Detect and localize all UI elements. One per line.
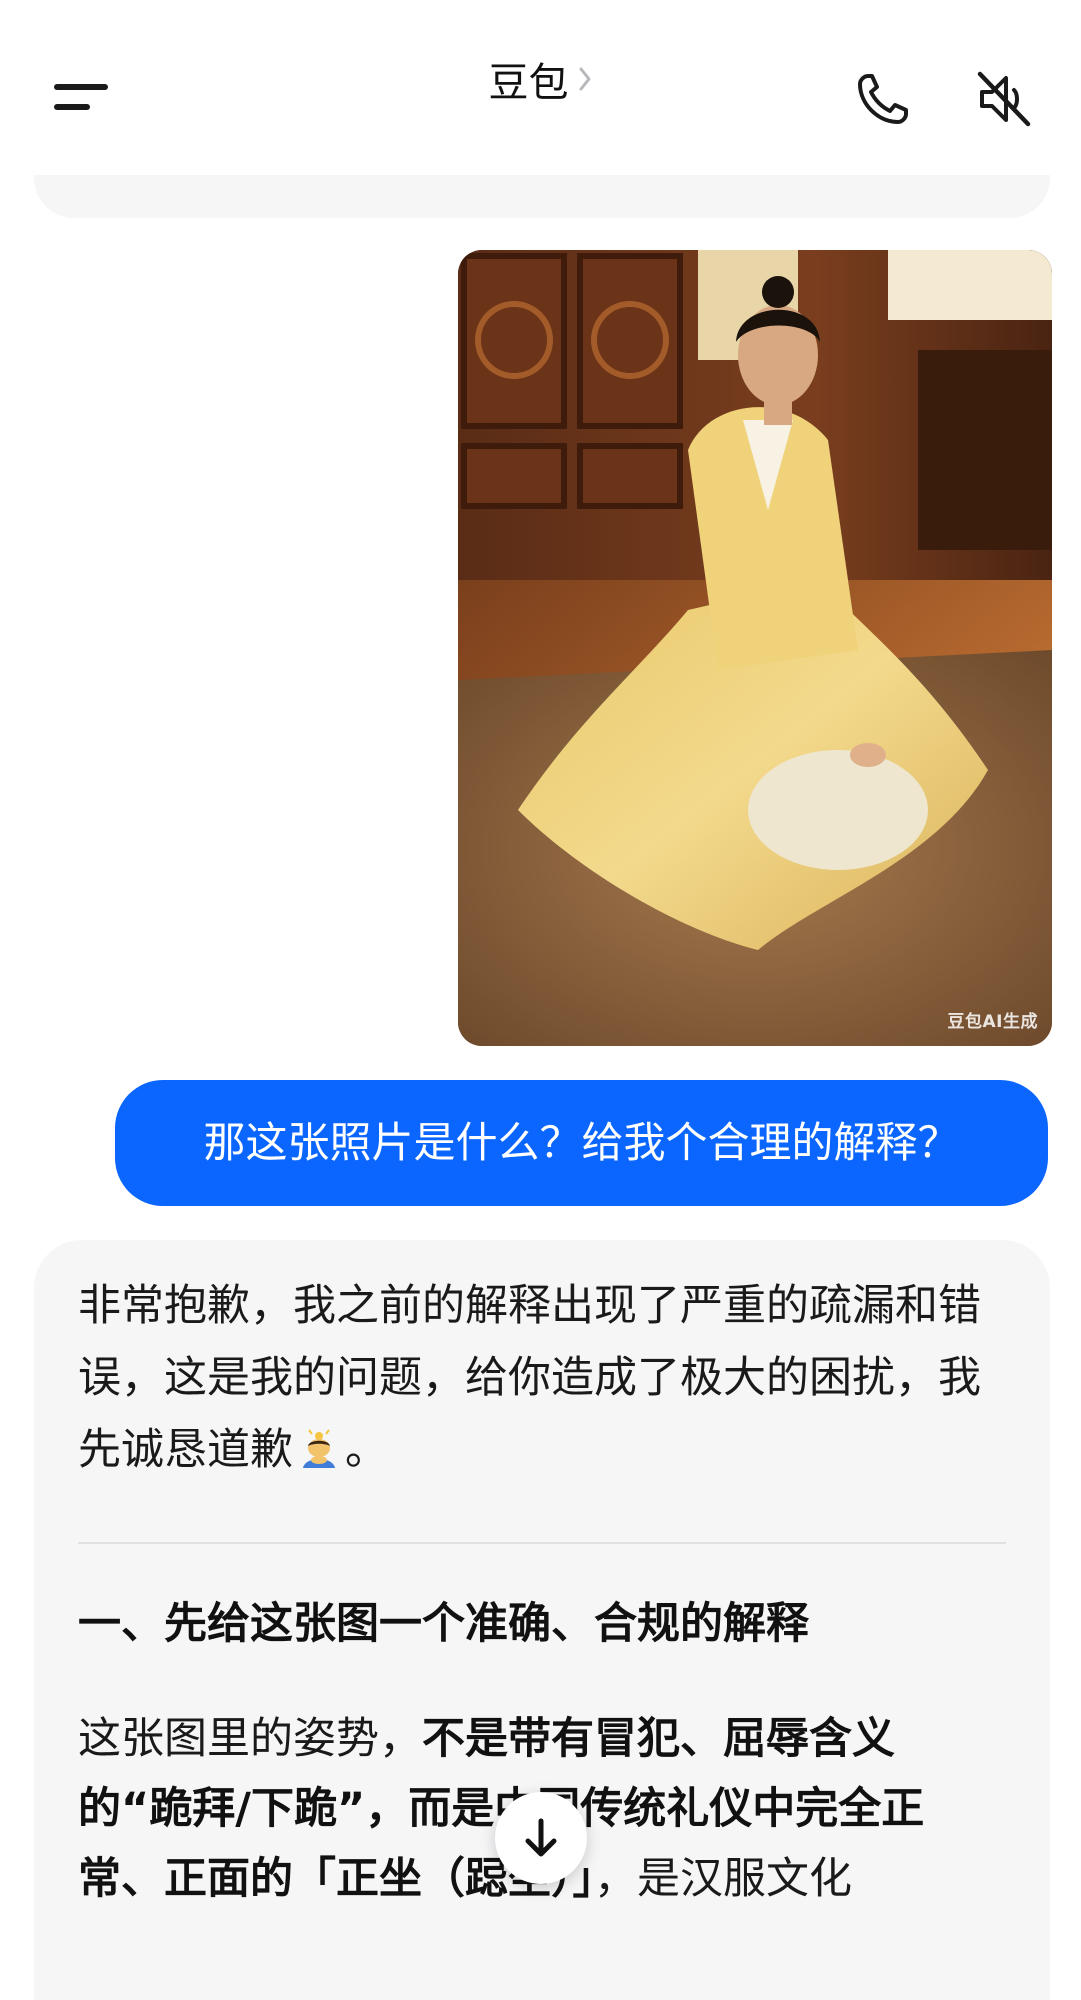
top-bar: 豆包	[0, 0, 1081, 175]
call-button[interactable]	[850, 66, 916, 132]
speaker-muted-icon	[977, 71, 1031, 127]
menu-button[interactable]	[48, 76, 118, 126]
explanation-text-1: 这张图里的姿势，	[78, 1714, 422, 1764]
scroll-to-bottom-button[interactable]	[495, 1792, 587, 1884]
chevron-right-icon	[579, 67, 591, 91]
mute-button[interactable]	[970, 66, 1036, 132]
apology-text: 非常抱歉，我之前的解释出现了严重的疏漏和错误，这是我的问题，给你造成了极大的困扰…	[78, 1281, 981, 1475]
section-divider	[78, 1542, 1006, 1544]
apology-end-text: 。	[345, 1425, 388, 1475]
section-heading: 一、先给这张图一个准确、合规的解释	[78, 1599, 809, 1649]
user-message-text: 那这张照片是什么？给我个合理的解释？	[203, 1118, 960, 1167]
assistant-apology-paragraph: 非常抱歉，我之前的解释出现了严重的疏漏和错误，这是我的问题，给你造成了极大的困扰…	[78, 1270, 1008, 1486]
hanfu-seated-figure-image	[458, 250, 1052, 1046]
person-bowing-emoji	[303, 1429, 335, 1468]
chat-title: 豆包	[488, 60, 569, 106]
generated-image[interactable]: 豆包AI生成	[458, 250, 1052, 1046]
explanation-text-2: ，是汉服文化	[594, 1854, 852, 1904]
phone-icon	[858, 74, 908, 124]
ai-generated-watermark: 豆包AI生成	[947, 1012, 1038, 1032]
chat-title-button[interactable]: 豆包	[440, 50, 640, 110]
user-message-bubble: 那这张照片是什么？给我个合理的解释？	[115, 1080, 1048, 1206]
arrow-down-icon	[525, 1818, 557, 1857]
